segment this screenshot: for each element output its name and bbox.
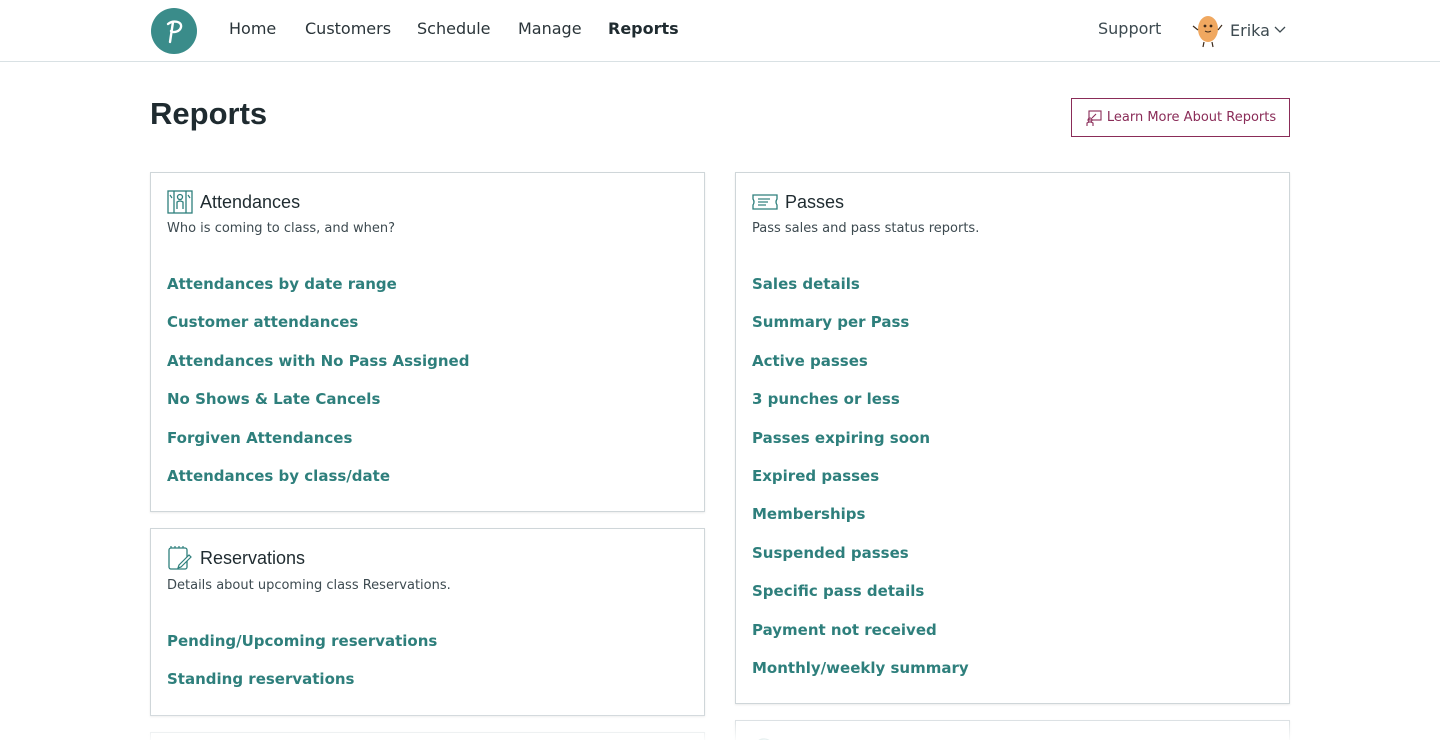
presentation-icon [1086, 109, 1102, 126]
support-link[interactable]: Support [1098, 19, 1161, 38]
link-customer-attendances[interactable]: Customer attendances [167, 311, 469, 349]
reservations-description: Details about upcoming class Reservation… [167, 578, 451, 593]
reservations-title: Reservations [200, 547, 306, 568]
reservations-card: Reservations Details about upcoming clas… [150, 528, 705, 716]
reservations-card-header: Reservations [167, 545, 305, 571]
ticket-icon [752, 194, 778, 210]
link-standing-reservations[interactable]: Standing reservations [167, 668, 437, 706]
link-summary-per-pass[interactable]: Summary per Pass [752, 311, 969, 349]
nav-manage[interactable]: Manage [518, 19, 582, 38]
passes-card: Passes Pass sales and pass status report… [735, 172, 1290, 704]
nav-schedule[interactable]: Schedule [417, 19, 491, 38]
attendances-links: Attendances by date range Customer atten… [167, 273, 469, 503]
nav-home[interactable]: Home [229, 19, 276, 38]
link-attendances-by-date-range[interactable]: Attendances by date range [167, 273, 469, 311]
passes-links: Sales details Summary per Pass Active pa… [752, 273, 969, 695]
link-attendances-by-class-date[interactable]: Attendances by class/date [167, 465, 469, 503]
link-specific-pass-details[interactable]: Specific pass details [752, 580, 969, 618]
page-title: Reports [150, 96, 268, 131]
link-forgiven-attendances[interactable]: Forgiven Attendances [167, 427, 469, 465]
passes-card-header: Passes [752, 189, 844, 215]
p-logo-icon[interactable] [151, 8, 197, 54]
p-logo-glyph [166, 20, 183, 44]
chevron-down-icon [1274, 26, 1286, 33]
passes-description: Pass sales and pass status reports. [752, 221, 980, 236]
attendances-card-header: Attendances [167, 189, 300, 215]
notepad-icon [168, 546, 192, 570]
link-payment-not-received[interactable]: Payment not received [752, 619, 969, 657]
link-no-shows-late-cancels[interactable]: No Shows & Late Cancels [167, 388, 469, 426]
reservations-links: Pending/Upcoming reservations Standing r… [167, 630, 437, 707]
learn-more-button[interactable]: Learn More About Reports [1071, 98, 1290, 137]
bottom-fade [0, 712, 1440, 740]
attendances-title: Attendances [200, 191, 301, 212]
link-attendances-no-pass[interactable]: Attendances with No Pass Assigned [167, 350, 469, 388]
top-navbar: Home Customers Schedule Manage Reports S… [0, 0, 1440, 62]
user-name: Erika [1230, 20, 1270, 40]
attendances-card: Attendances Who is coming to class, and … [150, 172, 705, 512]
learn-more-label: Learn More About Reports [1106, 110, 1277, 125]
link-expired-passes[interactable]: Expired passes [752, 465, 969, 503]
attendances-icon [167, 190, 193, 214]
link-sales-details[interactable]: Sales details [752, 273, 969, 311]
link-memberships[interactable]: Memberships [752, 503, 969, 541]
link-monthly-weekly-summary[interactable]: Monthly/weekly summary [752, 657, 969, 695]
link-suspended-passes[interactable]: Suspended passes [752, 542, 969, 580]
link-pending-upcoming-reservations[interactable]: Pending/Upcoming reservations [167, 630, 437, 668]
user-menu[interactable]: Erika [1190, 12, 1286, 48]
attendances-description: Who is coming to class, and when? [167, 221, 396, 236]
passes-title: Passes [785, 191, 845, 212]
nav-customers[interactable]: Customers [305, 19, 391, 38]
link-active-passes[interactable]: Active passes [752, 350, 969, 388]
link-3-punches-or-less[interactable]: 3 punches or less [752, 388, 969, 426]
avatar [1192, 16, 1223, 48]
link-passes-expiring-soon[interactable]: Passes expiring soon [752, 427, 969, 465]
nav-reports[interactable]: Reports [608, 19, 679, 38]
